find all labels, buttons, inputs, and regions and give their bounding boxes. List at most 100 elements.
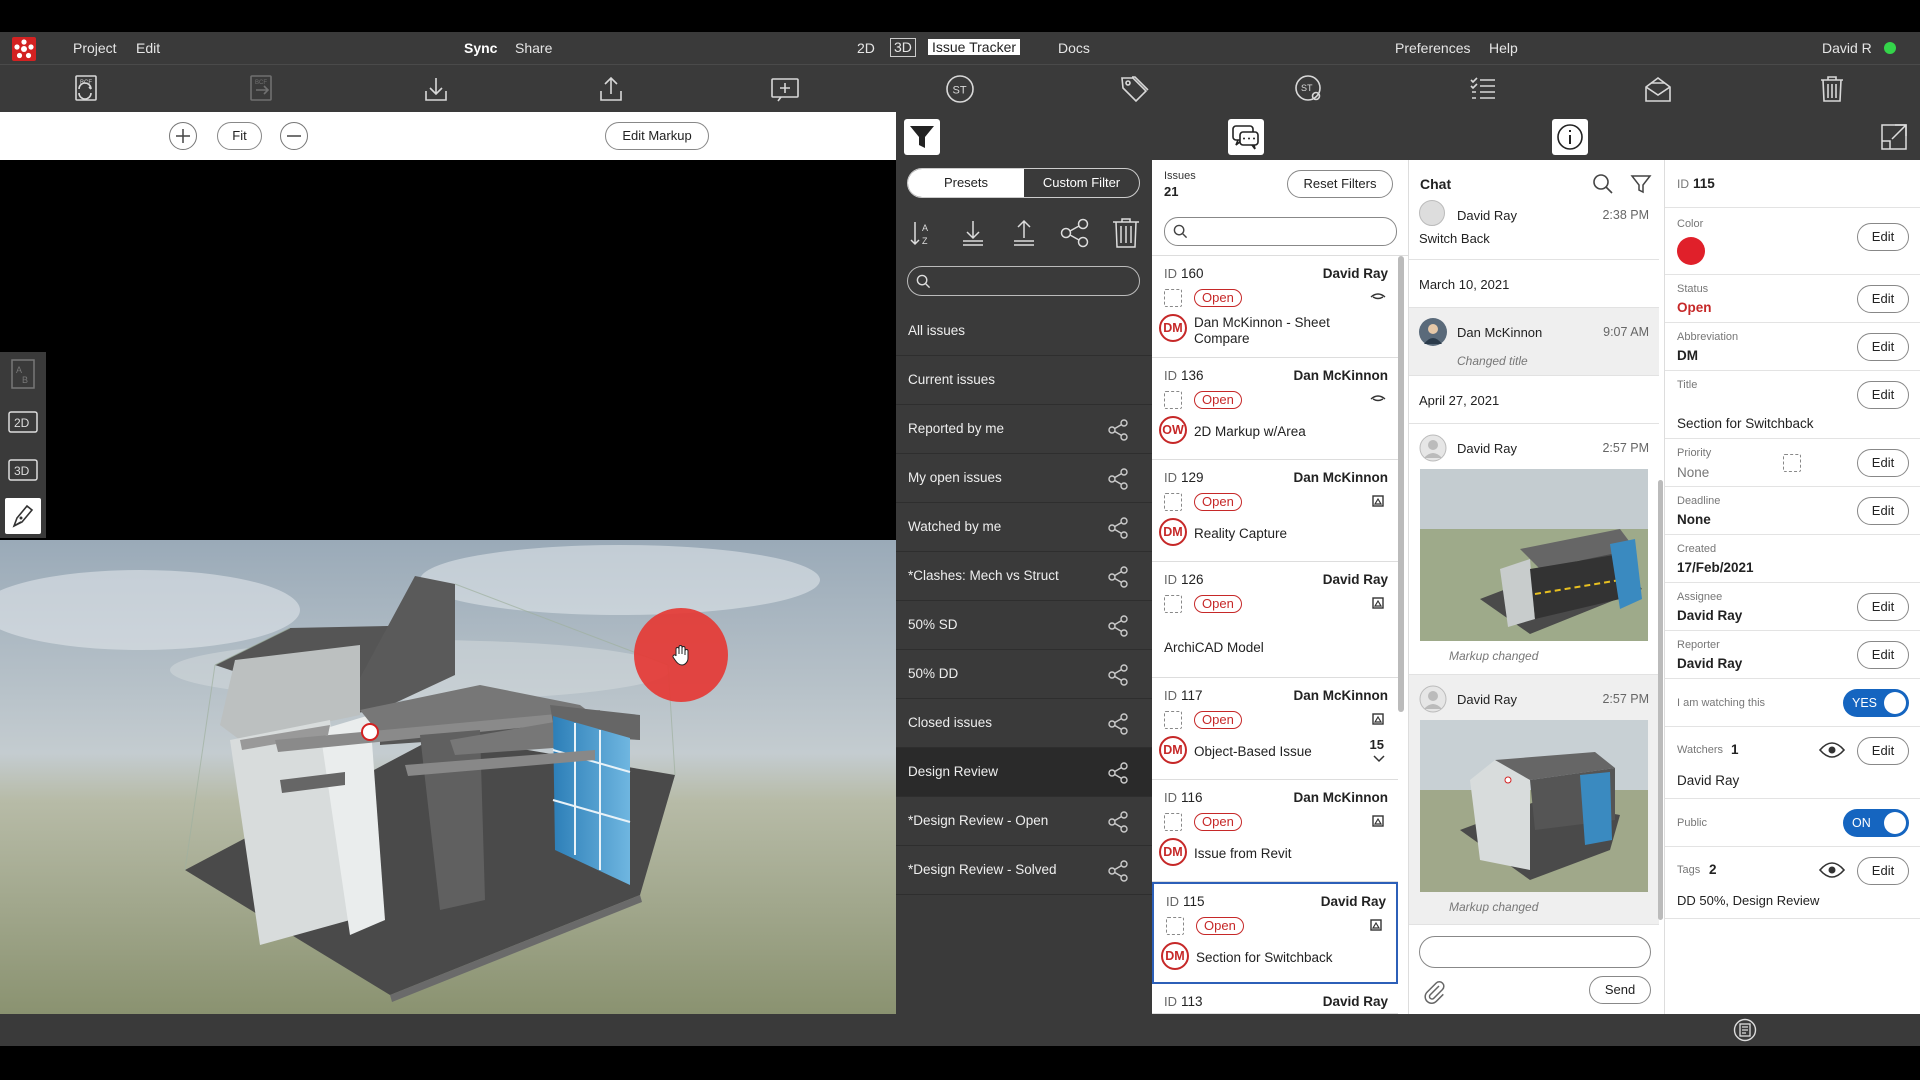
issue-checkbox[interactable] — [1164, 813, 1182, 831]
edit-abbreviation-button[interactable]: Edit — [1857, 333, 1909, 361]
send-button[interactable]: Send — [1589, 976, 1651, 1004]
menu-docs[interactable]: Docs — [1058, 40, 1090, 56]
add-issue-icon[interactable] — [769, 73, 801, 105]
import-filter-icon[interactable] — [956, 216, 990, 250]
share-icon[interactable] — [1106, 761, 1130, 785]
issue-card-136[interactable]: ID 136 Dan McKinnon Open OW 2D Markup w/A… — [1152, 358, 1398, 460]
expand-panel-icon[interactable] — [1876, 119, 1912, 155]
filter-item-closed-issues[interactable]: Closed issues — [896, 699, 1152, 748]
custom-filter-tab[interactable]: Custom Filter — [1024, 169, 1139, 197]
menu-preferences[interactable]: Preferences — [1395, 40, 1470, 56]
filter-item-50-sd[interactable]: 50% SD — [896, 601, 1152, 650]
edit-watchers-button[interactable]: Edit — [1857, 737, 1909, 765]
attachment-icon[interactable] — [1421, 978, 1447, 1004]
issue-checkbox[interactable] — [1164, 391, 1182, 409]
issue-checkbox[interactable] — [1164, 595, 1182, 613]
upload-icon[interactable] — [595, 73, 627, 105]
mail-icon[interactable] — [1642, 73, 1674, 105]
edit-deadline-button[interactable]: Edit — [1857, 497, 1909, 525]
edit-reporter-button[interactable]: Edit — [1857, 641, 1909, 669]
fit-button[interactable]: Fit — [217, 122, 262, 150]
chat-message-input[interactable] — [1419, 936, 1651, 968]
info-tab[interactable] — [1552, 119, 1588, 155]
share-icon[interactable] — [1106, 614, 1130, 638]
issue-card-129[interactable]: ID 129 Dan McKinnon Open DM Reality Captu… — [1152, 460, 1398, 562]
view-2d-button[interactable]: 2D — [5, 404, 41, 440]
edit-markup-button[interactable]: Edit Markup — [605, 122, 709, 150]
filter-item-design-review-solved[interactable]: *Design Review - Solved — [896, 846, 1152, 895]
filter-item-reported-by-me[interactable]: Reported by me — [896, 405, 1152, 454]
share-filter-icon[interactable] — [1058, 216, 1092, 250]
menu-help[interactable]: Help — [1489, 40, 1518, 56]
filter-item-all-issues[interactable]: All issues — [896, 307, 1152, 356]
share-icon[interactable] — [1106, 467, 1130, 491]
eye-icon[interactable] — [1819, 861, 1845, 879]
model-view-icon[interactable] — [1370, 711, 1386, 727]
tag-icon[interactable] — [1118, 73, 1150, 105]
public-toggle[interactable]: ON — [1843, 809, 1909, 837]
issue-checkbox[interactable] — [1164, 289, 1182, 307]
issue-card-117[interactable]: ID 117 Dan McKinnon Open DM Object-Based … — [1152, 678, 1398, 780]
menu-mode-3d[interactable]: 3D — [890, 38, 916, 57]
checklist-icon[interactable] — [1467, 73, 1499, 105]
filter-tab[interactable] — [904, 119, 940, 155]
chevron-down-icon[interactable] — [1372, 754, 1386, 764]
menu-sync[interactable]: Sync — [464, 40, 497, 56]
issue-card-113[interactable]: ID 113 David Ray — [1152, 984, 1398, 1014]
markup-thumbnail[interactable] — [1420, 720, 1648, 892]
model-view-icon[interactable] — [1370, 813, 1386, 829]
3d-model-scene[interactable] — [0, 540, 896, 1015]
trash-icon[interactable] — [1816, 73, 1848, 105]
view-toggle-icon[interactable] — [1370, 289, 1386, 305]
zoom-out-button[interactable] — [280, 122, 308, 150]
filter-item-watched-by-me[interactable]: Watched by me — [896, 503, 1152, 552]
sheet-ab-icon[interactable]: AB — [5, 356, 41, 392]
edit-color-button[interactable]: Edit — [1857, 223, 1909, 251]
share-icon[interactable] — [1106, 859, 1130, 883]
presets-tab[interactable]: Presets — [908, 169, 1024, 197]
edit-priority-button[interactable]: Edit — [1857, 449, 1909, 477]
edit-tags-button[interactable]: Edit — [1857, 857, 1909, 885]
export-filter-icon[interactable] — [1007, 216, 1041, 250]
share-icon[interactable] — [1106, 418, 1130, 442]
st-icon[interactable]: ST — [944, 73, 976, 105]
bcf-sync-icon[interactable]: BCF — [71, 73, 103, 105]
user-name[interactable]: David R — [1822, 40, 1872, 56]
share-icon[interactable] — [1106, 565, 1130, 589]
edit-title-button[interactable]: Edit — [1857, 381, 1909, 409]
model-view-icon[interactable] — [1370, 595, 1386, 611]
zoom-in-button[interactable] — [169, 122, 197, 150]
watching-toggle[interactable]: YES — [1843, 689, 1909, 717]
menu-issue-tracker[interactable]: Issue Tracker — [928, 39, 1021, 55]
filter-item-design-review-open[interactable]: *Design Review - Open — [896, 797, 1152, 846]
share-icon[interactable] — [1106, 810, 1130, 834]
filter-item-current-issues[interactable]: Current issues — [896, 356, 1152, 405]
filter-item-clashes[interactable]: *Clashes: Mech vs Struct — [896, 552, 1152, 601]
share-icon[interactable] — [1106, 516, 1130, 540]
markup-thumbnail[interactable] — [1420, 469, 1648, 641]
view-3d-button[interactable]: 3D — [5, 452, 41, 488]
menu-edit[interactable]: Edit — [136, 40, 160, 56]
filter-item-my-open-issues[interactable]: My open issues — [896, 454, 1152, 503]
reset-filters-button[interactable]: Reset Filters — [1287, 170, 1393, 198]
share-icon[interactable] — [1106, 663, 1130, 687]
eye-icon[interactable] — [1819, 741, 1845, 759]
model-view-icon[interactable] — [1368, 917, 1384, 933]
search-icon[interactable] — [1591, 172, 1615, 196]
share-icon[interactable] — [1106, 712, 1130, 736]
issue-checkbox[interactable] — [1166, 917, 1184, 935]
menu-mode-2d[interactable]: 2D — [857, 40, 875, 56]
issue-card-126[interactable]: ID 126 David Ray Open ArchiCAD Model — [1152, 562, 1398, 678]
st-settings-icon[interactable]: ST — [1293, 73, 1325, 105]
model-view-icon[interactable] — [1370, 493, 1386, 509]
issue-card-115[interactable]: ID 115 David Ray Open DM Section for Swit… — [1152, 882, 1398, 984]
filter-icon[interactable] — [1629, 172, 1653, 196]
notes-icon[interactable] — [1733, 1018, 1757, 1042]
markup-pen-icon[interactable] — [5, 498, 41, 534]
edit-assignee-button[interactable]: Edit — [1857, 593, 1909, 621]
issue-card-116[interactable]: ID 116 Dan McKinnon Open DM Issue from Re… — [1152, 780, 1398, 882]
sort-icon[interactable]: AZ — [907, 216, 941, 250]
chat-tab[interactable] — [1228, 119, 1264, 155]
chat-scrollbar[interactable] — [1658, 480, 1663, 920]
download-icon[interactable] — [420, 73, 452, 105]
